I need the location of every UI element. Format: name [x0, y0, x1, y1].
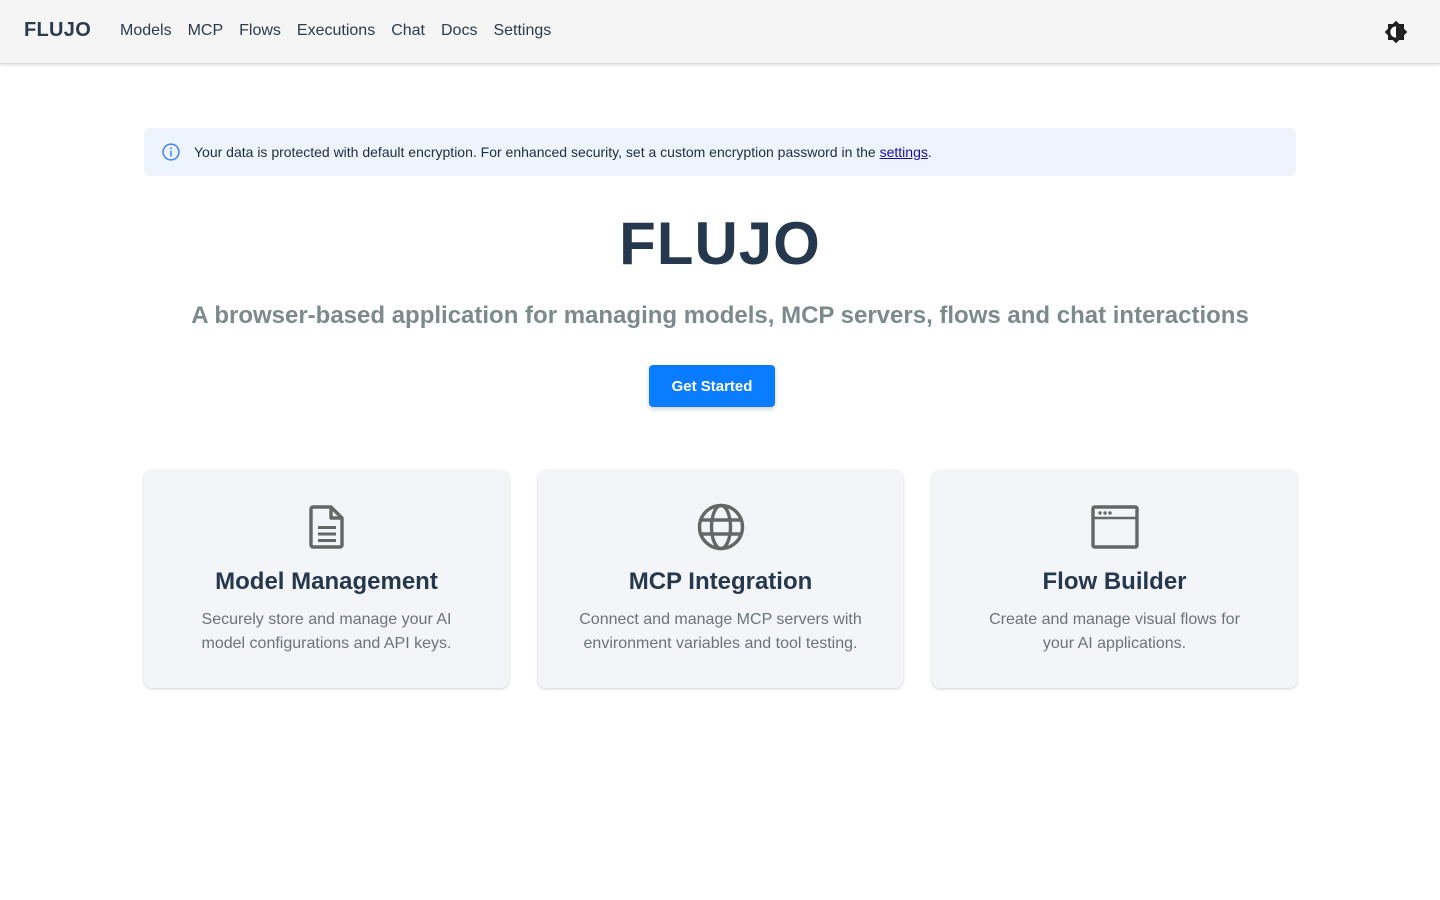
nav-item-models[interactable]: Models: [112, 20, 180, 42]
feature-title: Model Management: [215, 568, 438, 595]
hero-subtitle: A browser-based application for managing…: [191, 302, 1249, 329]
settings-link[interactable]: settings: [880, 144, 928, 160]
feature-card-mcp-integration: MCP Integration Connect and manage MCP s…: [538, 470, 903, 688]
nav-item-executions[interactable]: Executions: [289, 20, 383, 42]
hero-title: FLUJO: [619, 210, 821, 277]
theme-toggle-button[interactable]: [1384, 20, 1408, 44]
feature-title: MCP Integration: [628, 568, 813, 595]
nav-item-docs[interactable]: Docs: [433, 20, 485, 42]
get-started-button[interactable]: Get Started: [649, 365, 775, 407]
feature-description: Securely store and manage your AI model …: [201, 611, 452, 652]
document-icon: [309, 505, 344, 549]
nav-item-chat[interactable]: Chat: [383, 20, 433, 42]
feature-title: Flow Builder: [1042, 568, 1187, 595]
top-app-bar: FLUJO Models MCP Flows Executions Chat D…: [0, 0, 1440, 64]
brightness-icon: [1384, 20, 1408, 44]
banner-text: Your data is protected with default encr…: [194, 144, 880, 160]
browser-window-icon: [1091, 505, 1139, 549]
globe-icon: [697, 503, 745, 551]
nav-item-flows[interactable]: Flows: [231, 20, 289, 42]
feature-description: Create and manage visual flows for your …: [989, 611, 1240, 652]
banner-suffix: .: [927, 144, 932, 160]
nav-item-settings[interactable]: Settings: [485, 20, 559, 42]
feature-card-flow-builder: Flow Builder Create and manage visual fl…: [932, 470, 1297, 688]
main-nav: Models MCP Flows Executions Chat Docs Se…: [112, 20, 559, 42]
banner-message: Your data is protected with default encr…: [194, 143, 932, 161]
feature-description: Connect and manage MCP servers with envi…: [579, 611, 862, 652]
nav-item-mcp[interactable]: MCP: [180, 20, 232, 42]
info-icon: [162, 143, 180, 161]
brand-logo[interactable]: FLUJO: [24, 19, 91, 42]
encryption-info-banner: Your data is protected with default encr…: [144, 128, 1296, 176]
feature-card-model-management: Model Management Securely store and mana…: [144, 470, 509, 688]
